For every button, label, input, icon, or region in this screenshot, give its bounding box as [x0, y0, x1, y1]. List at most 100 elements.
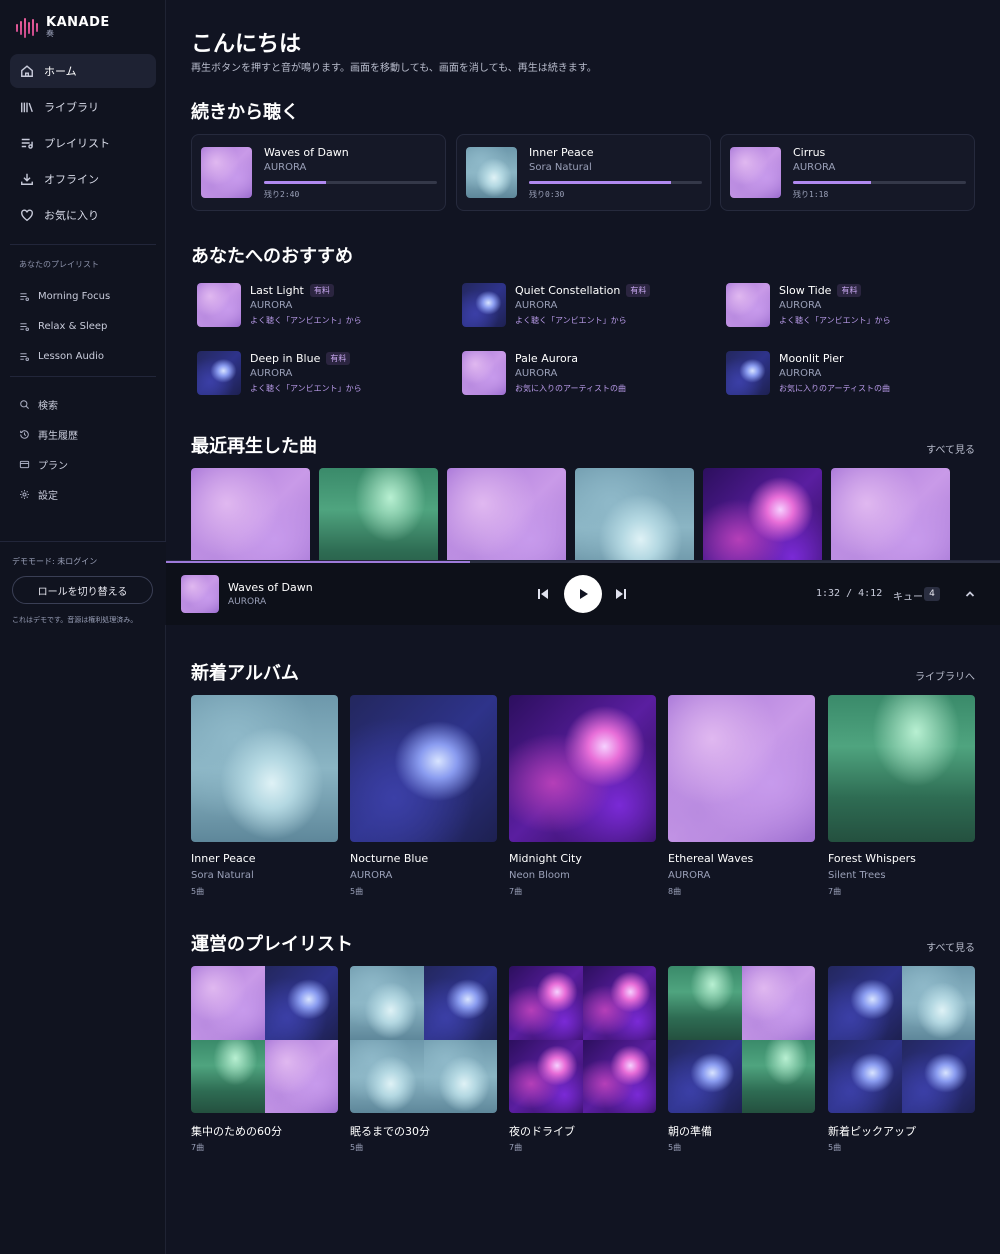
progress-bar	[529, 181, 702, 184]
continue-card[interactable]: Inner Peace Sora Natural 残り0:30	[456, 134, 711, 211]
chevron-up-icon[interactable]	[964, 588, 976, 600]
album-cover	[350, 695, 497, 842]
recent-track-artwork[interactable]	[575, 468, 694, 561]
album-track-count: 5曲	[350, 887, 364, 896]
track-artwork	[730, 147, 781, 198]
recent-track-artwork[interactable]	[831, 468, 950, 561]
nav-item-plan[interactable]: プラン	[19, 449, 78, 479]
playlist-card[interactable]: 眠るまでの30分 5曲	[350, 966, 497, 1152]
recent-track-artwork[interactable]	[447, 468, 566, 561]
track-title: Cirrus	[793, 146, 826, 159]
track-artwork	[726, 283, 770, 327]
progress-fill	[793, 181, 871, 184]
albums-library-link[interactable]: ライブラリへ	[915, 668, 975, 683]
playlists-see-all-link[interactable]: すべて見る	[926, 939, 975, 954]
now-playing-artwork[interactable]	[181, 575, 219, 613]
recommend-item[interactable]: Deep in Blue 有料 AURORA よく聴く「アンビエント」から	[191, 351, 441, 399]
nav-item-label: オフライン	[44, 173, 99, 186]
demo-note: これはデモです。音源は権利処理済み。	[12, 616, 138, 624]
continue-card[interactable]: Waves of Dawn AURORA 残り2:40	[191, 134, 446, 211]
playback-time: 1:32 / 4:12	[816, 588, 883, 599]
nav-item-home[interactable]: ホーム	[10, 54, 156, 88]
playlist-icon	[21, 138, 33, 149]
logo[interactable]: KANADE 奏	[16, 15, 110, 39]
sidebar-playlist-item[interactable]: Lesson Audio	[19, 341, 110, 371]
album-title: Ethereal Waves	[668, 852, 754, 865]
recommend-item[interactable]: Slow Tide 有料 AURORA よく聴く「アンビエント」から	[720, 283, 970, 331]
recommend-item[interactable]: Pale Aurora AURORA お気に入りのアーティストの曲	[456, 351, 706, 399]
track-title: Last Light	[250, 284, 304, 297]
nav-item-library[interactable]: ライブラリ	[10, 90, 156, 124]
track-artist: AURORA	[250, 368, 293, 379]
playlist-icon	[20, 352, 30, 361]
my-playlists: Morning Focus Relax & Sleep Lesson Audio	[19, 281, 110, 371]
playlist-track-count: 5曲	[828, 1143, 842, 1152]
playlist-card[interactable]: 夜のドライブ 7曲	[509, 966, 656, 1152]
playlist-card[interactable]: 朝の準備 5曲	[668, 966, 815, 1152]
nav-item-label: ホーム	[44, 65, 77, 78]
recent-track-artwork[interactable]	[703, 468, 822, 561]
track-artist: AURORA	[264, 162, 307, 173]
album-card[interactable]: Ethereal Waves AURORA 8曲	[668, 695, 815, 896]
paid-badge: 有料	[309, 284, 334, 297]
remaining-time: 残り0:30	[529, 190, 565, 199]
sidebar-playlist-item[interactable]: Morning Focus	[19, 281, 110, 311]
now-playing-title: Waves of Dawn	[228, 581, 313, 594]
sidebar: KANADE 奏 ホーム ライブラリ プレイリスト オフライン お気に入り あな…	[0, 0, 166, 1254]
sidebar-playlist-item[interactable]: Relax & Sleep	[19, 311, 110, 341]
recommend-item[interactable]: Last Light 有料 AURORA よく聴く「アンビエント」から	[191, 283, 441, 331]
queue-count-badge: 4	[924, 587, 940, 601]
library-icon	[21, 102, 33, 113]
playback-progress-bar[interactable]	[166, 561, 1000, 563]
recommend-reason: よく聴く「アンビエント」から	[515, 316, 627, 325]
recommend-reason: お気に入りのアーティストの曲	[515, 384, 627, 393]
albums-heading: 新着アルバム	[191, 663, 299, 684]
recommend-item[interactable]: Moonlit Pier AURORA お気に入りのアーティストの曲	[720, 351, 970, 399]
recommend-item[interactable]: Quiet Constellation 有料 AURORA よく聴く「アンビエント…	[456, 283, 706, 331]
album-card[interactable]: Nocturne Blue AURORA 5曲	[350, 695, 497, 896]
playlist-track-count: 7曲	[509, 1143, 523, 1152]
nav-item-offline[interactable]: オフライン	[10, 162, 156, 196]
album-card[interactable]: Midnight City Neon Bloom 7曲	[509, 695, 656, 896]
nav-item-settings[interactable]: 設定	[19, 479, 78, 509]
album-card[interactable]: Forest Whispers Silent Trees 7曲	[828, 695, 975, 896]
album-artist: Neon Bloom	[509, 870, 570, 881]
track-title: Slow Tide	[779, 284, 832, 297]
continue-card[interactable]: Cirrus AURORA 残り1:18	[720, 134, 975, 211]
track-artwork	[466, 147, 517, 198]
recent-heading: 最近再生した曲	[191, 436, 317, 457]
playlist-card[interactable]: 新着ピックアップ 5曲	[828, 966, 975, 1152]
album-title: Nocturne Blue	[350, 852, 429, 865]
queue-button[interactable]: キュー	[893, 588, 923, 603]
card-icon	[19, 460, 30, 468]
switch-role-button[interactable]: ロールを切り替える	[12, 576, 153, 604]
track-title: Inner Peace	[529, 146, 594, 159]
util-label: 設定	[38, 490, 58, 502]
nav-item-playlist[interactable]: プレイリスト	[10, 126, 156, 160]
recommend-reason: お気に入りのアーティストの曲	[779, 384, 891, 393]
recent-see-all-link[interactable]: すべて見る	[926, 441, 975, 456]
paid-badge: 有料	[837, 284, 862, 297]
album-cover	[828, 695, 975, 842]
paid-badge: 有料	[626, 284, 651, 297]
next-track-icon[interactable]	[614, 587, 628, 601]
album-card[interactable]: Inner Peace Sora Natural 5曲	[191, 695, 338, 896]
recent-track-artwork[interactable]	[319, 468, 438, 561]
recent-track-artwork[interactable]	[191, 468, 310, 561]
recommend-reason: よく聴く「アンビエント」から	[250, 316, 362, 325]
nav-item-search[interactable]: 検索	[19, 389, 78, 419]
play-button[interactable]	[564, 575, 602, 613]
track-artwork	[462, 351, 506, 395]
demo-panel: デモモード: 未ログイン ロールを切り替える これはデモです。音源は権利処理済み…	[0, 541, 166, 625]
continue-heading: 続きから聴く	[191, 102, 299, 123]
album-track-count: 7曲	[828, 887, 842, 896]
sidebar-divider	[10, 244, 156, 245]
playlist-card[interactable]: 集中のための60分 7曲	[191, 966, 338, 1152]
nav-item-label: ライブラリ	[44, 101, 99, 114]
recommend-reason: よく聴く「アンビエント」から	[779, 316, 891, 325]
playlist-name: 夜のドライブ	[509, 1125, 575, 1138]
nav-item-favorites[interactable]: お気に入り	[10, 198, 156, 232]
nav-item-history[interactable]: 再生履歴	[19, 419, 78, 449]
my-playlists-header: あなたのプレイリスト	[19, 260, 99, 269]
previous-track-icon[interactable]	[536, 587, 550, 601]
